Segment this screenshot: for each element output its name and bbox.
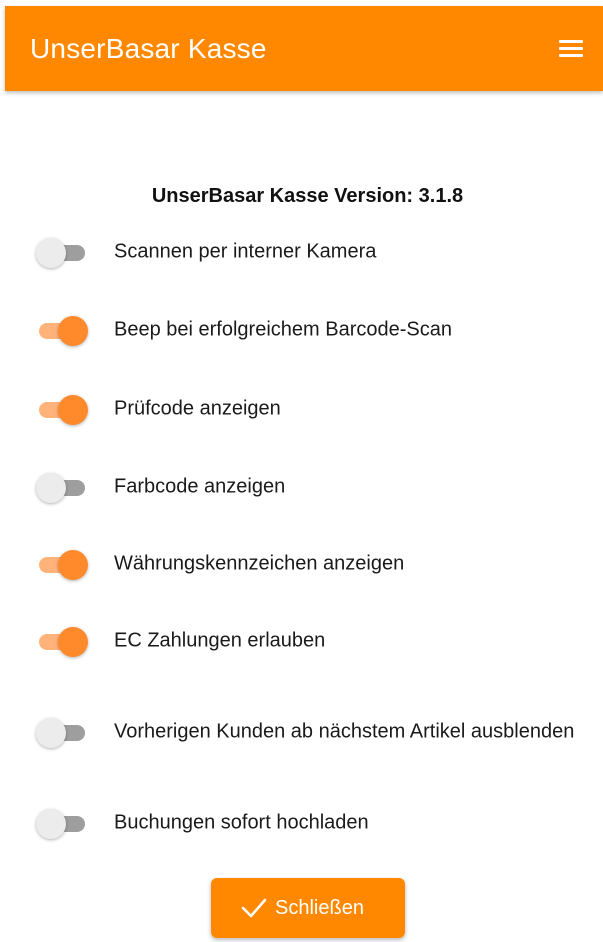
- setting-label: Beep bei erfolgreichem Barcode-Scan: [114, 318, 452, 341]
- settings-screen: UnserBasar Kasse UnserBasar Kasse Versio…: [0, 0, 603, 942]
- switch-thumb: [36, 238, 66, 268]
- switch-thumb: [36, 809, 66, 839]
- toggle-switch[interactable]: [36, 394, 88, 425]
- close-button[interactable]: Schließen: [211, 878, 405, 938]
- toggle-switch[interactable]: [36, 626, 88, 657]
- setting-label: Farbcode anzeigen: [114, 475, 286, 498]
- setting-row-hide-customer: Vorherigen Kunden ab nächstem Artikel au…: [36, 710, 596, 754]
- toggle-switch[interactable]: [36, 237, 88, 268]
- hamburger-menu-icon[interactable]: [557, 36, 585, 60]
- version-text: UnserBasar Kasse Version: 3.1.8: [151, 185, 464, 207]
- setting-label: Währungskennzeichen anzeigen: [114, 552, 405, 575]
- setting-label: EC Zahlungen erlauben: [114, 629, 326, 652]
- toggle-switch[interactable]: [36, 315, 88, 346]
- setting-row-check-code: Prüfcode anzeigen: [36, 387, 596, 431]
- setting-label: Buchungen sofort hochladen: [114, 811, 369, 834]
- setting-row-color-code: Farbcode anzeigen: [36, 465, 596, 509]
- setting-label: Scannen per interner Kamera: [114, 240, 377, 263]
- toggle-switch[interactable]: [36, 549, 88, 580]
- switch-thumb: [58, 395, 88, 425]
- switch-thumb: [58, 627, 88, 657]
- close-button-label: Schließen: [275, 897, 364, 919]
- switch-thumb: [36, 473, 66, 503]
- setting-row-currency: Währungskennzeichen anzeigen: [36, 542, 596, 586]
- setting-label: Prüfcode anzeigen: [114, 397, 281, 420]
- app-bar: UnserBasar Kasse: [5, 6, 603, 91]
- setting-row-upload: Buchungen sofort hochladen: [36, 801, 596, 845]
- switch-thumb: [58, 316, 88, 346]
- toggle-switch[interactable]: [36, 472, 88, 503]
- setting-label: Vorherigen Kunden ab nächstem Artikel au…: [114, 720, 575, 743]
- switch-thumb: [36, 718, 66, 748]
- checkmark-icon: [241, 898, 267, 918]
- toggle-switch[interactable]: [36, 808, 88, 839]
- app-title: UnserBasar Kasse: [30, 33, 267, 64]
- setting-row-ec-payment: EC Zahlungen erlauben: [36, 619, 596, 663]
- setting-row-scan-camera: Scannen per interner Kamera: [36, 230, 596, 274]
- switch-thumb: [58, 550, 88, 580]
- toggle-switch[interactable]: [36, 717, 88, 748]
- setting-row-beep: Beep bei erfolgreichem Barcode-Scan: [36, 308, 596, 352]
